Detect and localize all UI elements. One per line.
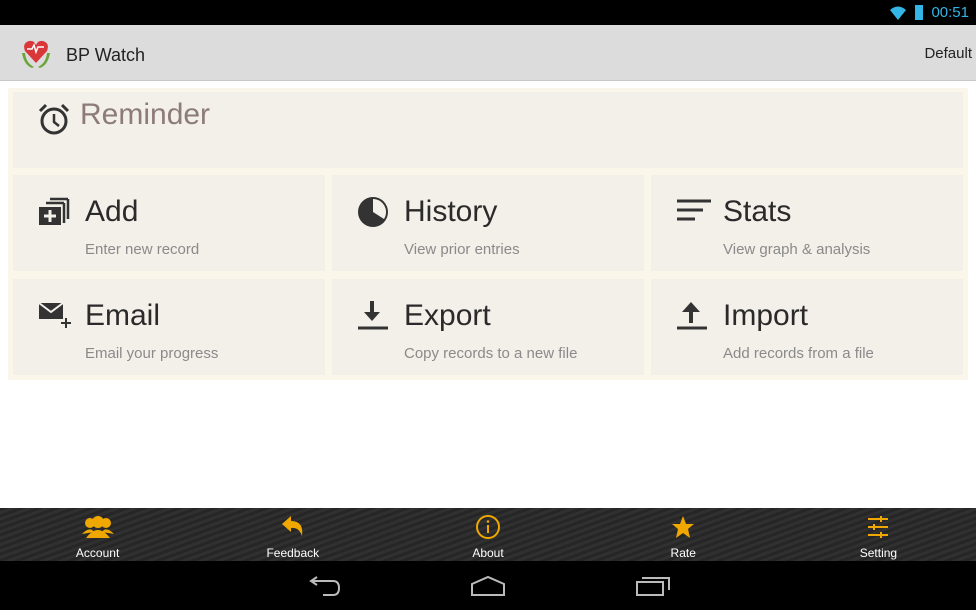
account-button[interactable]: Account — [0, 508, 195, 561]
export-subtitle: Copy records to a new file — [404, 345, 578, 362]
reminder-tile[interactable]: Reminder — [13, 92, 963, 168]
import-tile[interactable]: Import Add records from a file — [651, 279, 963, 375]
add-record-icon — [39, 197, 70, 225]
status-bar: 00:51 — [0, 0, 976, 25]
stats-tile[interactable]: Stats View graph & analysis — [651, 175, 963, 271]
reminder-title: Reminder — [80, 98, 211, 131]
setting-button[interactable]: Setting — [781, 508, 976, 561]
email-add-icon — [38, 302, 71, 328]
account-group-icon — [81, 516, 114, 538]
about-button[interactable]: About — [390, 508, 585, 561]
rate-label: Rate — [670, 546, 696, 560]
home-icon[interactable] — [470, 575, 506, 597]
bottom-toolbar: Account Feedback About Rate Setting — [0, 508, 976, 561]
stats-subtitle: View graph & analysis — [723, 241, 871, 258]
feedback-button[interactable]: Feedback — [195, 508, 390, 561]
email-subtitle: Email your progress — [85, 345, 219, 362]
alarm-clock-icon — [38, 103, 70, 135]
app-logo-icon — [22, 40, 50, 68]
upload-icon — [677, 302, 707, 330]
action-bar: BP Watch Default — [0, 25, 976, 81]
settings-sliders-icon — [868, 516, 889, 538]
export-tile[interactable]: Export Copy records to a new file — [332, 279, 644, 375]
wifi-icon — [890, 6, 906, 20]
star-icon — [672, 516, 695, 538]
import-title: Import — [723, 299, 809, 332]
history-tile[interactable]: History View prior entries — [332, 175, 644, 271]
history-title: History — [404, 195, 498, 228]
battery-icon — [915, 5, 923, 20]
email-tile[interactable]: Email Email your progress — [13, 279, 325, 375]
history-clock-icon — [358, 197, 388, 227]
history-subtitle: View prior entries — [404, 241, 520, 258]
add-tile[interactable]: Add Enter new record — [13, 175, 325, 271]
account-label: Account — [75, 546, 120, 560]
about-label: About — [472, 546, 504, 560]
app-title: BP Watch — [66, 45, 146, 65]
clock: 00:51 — [931, 4, 969, 21]
email-title: Email — [85, 299, 161, 332]
stats-title: Stats — [723, 195, 792, 228]
download-icon — [358, 301, 388, 330]
info-icon — [476, 515, 500, 539]
add-title: Add — [85, 195, 139, 228]
reply-arrow-icon — [281, 516, 303, 536]
stats-bars-icon — [677, 199, 711, 221]
export-title: Export — [404, 299, 491, 332]
rate-button[interactable]: Rate — [586, 508, 781, 561]
import-subtitle: Add records from a file — [723, 345, 874, 362]
back-icon[interactable] — [305, 575, 341, 597]
system-nav-bar — [0, 561, 976, 610]
add-subtitle: Enter new record — [85, 241, 200, 258]
profile-selector[interactable]: Default — [924, 45, 972, 62]
setting-label: Setting — [859, 546, 898, 560]
recents-icon[interactable] — [636, 575, 672, 597]
feedback-label: Feedback — [266, 546, 320, 560]
